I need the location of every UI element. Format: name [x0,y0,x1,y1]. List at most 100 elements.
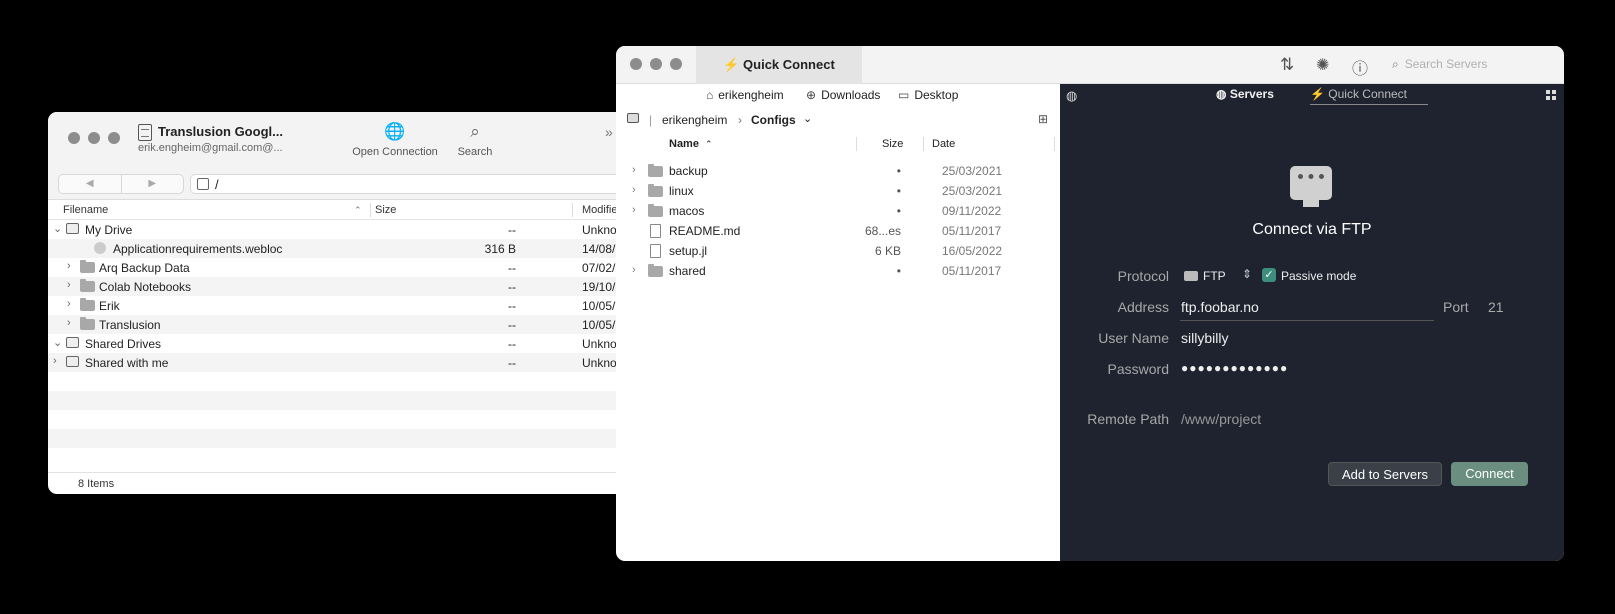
chevron-right-icon[interactable]: › [632,264,636,276]
chevron-right-icon: › [738,113,742,127]
file-name: shared [669,264,706,278]
globe-icon[interactable]: ◍ [1066,88,1077,104]
chevron-down-icon[interactable]: ⌄ [803,112,812,125]
account-title[interactable]: Translusion Googl... [158,124,283,139]
activity-spinner-icon[interactable]: ✺ [1316,55,1329,75]
select-stepper-icon[interactable]: ⇕ [1242,267,1252,281]
file-size: -- [508,337,516,351]
favorites-bar: ⌂ erikengheim ⊕ Downloads ▭ Desktop [616,84,1060,108]
open-connection-label: Open Connection [352,146,438,158]
chevron-right-icon[interactable]: › [632,204,636,216]
minimize-window-button[interactable] [88,132,100,144]
name-column-header[interactable]: Name [669,138,699,150]
protocol-select[interactable]: FTP [1203,269,1226,283]
document-icon [650,244,661,258]
folder-icon [80,298,95,311]
username-field[interactable]: sillybilly [1181,330,1228,346]
file-icon [94,242,106,254]
file-date: 09/11/2022 [942,204,1002,218]
file-size: -- [508,223,516,237]
chevron-right-icon[interactable]: › [67,298,71,310]
close-window-button[interactable] [630,58,642,70]
file-name: My Drive [85,223,133,237]
add-to-servers-button[interactable]: Add to Servers [1328,462,1442,486]
tab-quick-connect-panel[interactable]: ⚡ Quick Connect [1310,87,1428,105]
forward-button[interactable]: ▶ [122,175,184,193]
empty-row [48,448,628,467]
remote-path-field[interactable]: /www/project [1181,411,1261,427]
passive-mode-checkbox[interactable]: ✓ [1262,268,1276,282]
table-row[interactable]: ›Arq Backup Data--07/02/2015, 22 [48,258,628,277]
file-name: Colab Notebooks [99,280,192,294]
list-item[interactable]: › linux • 25/03/2021 [616,181,1060,201]
file-date: 05/11/2017 [942,264,1002,278]
sort-ascending-icon: ⌃ [354,205,362,215]
search-servers-field[interactable]: ⌕ Search Servers [1392,57,1487,72]
list-item[interactable]: › macos • 09/11/2022 [616,201,1060,221]
chevron-right-icon[interactable]: › [67,260,71,272]
list-item[interactable]: › shared • 05/11/2017 [616,261,1060,281]
desktop-icon: ▭ [898,88,910,102]
minimize-window-button[interactable] [650,58,662,70]
address-label: Address [1117,299,1169,315]
password-field[interactable]: ●●●●●●●●●●●●● [1181,361,1288,375]
favorite-downloads[interactable]: ⊕ Downloads [806,88,880,102]
search-button[interactable]: ⌕ Search [450,123,500,158]
chevron-down-icon[interactable]: ⌄ [53,222,62,235]
file-date: 25/03/2021 [942,164,1003,178]
grid-view-icon[interactable]: ⊞ [1038,112,1048,126]
transfers-icon[interactable]: ⇅ [1280,55,1294,75]
zoom-window-button[interactable] [670,58,682,70]
folder-icon [80,279,95,292]
remote-path-label: Remote Path [1087,411,1169,427]
grid-view-icon[interactable] [1546,90,1556,100]
open-connection-button[interactable]: 🌐 Open Connection [348,123,442,158]
quick-connect-window: ⚡ Quick Connect ⇅ ✺ ⓘ ⌕ Search Servers ⌂ e… [616,46,1564,561]
table-row[interactable]: ⌄ Shared Drives -- Unknown [48,334,628,353]
tab-servers[interactable]: ◍ Servers [1216,87,1274,101]
table-row[interactable]: ⌄ My Drive -- Unknown [48,220,628,239]
google-drive-icon [138,124,152,141]
table-row[interactable]: ›Erik--10/05/2022, 16 [48,296,628,315]
close-window-button[interactable] [68,132,80,144]
list-item[interactable]: setup.jl 6 KB 16/05/2022 [616,241,1060,261]
chevron-right-icon[interactable]: › [632,184,636,196]
zoom-window-button[interactable] [108,132,120,144]
file-size: 316 B [484,242,516,256]
port-field[interactable]: 21 [1488,299,1504,315]
address-field[interactable]: ftp.foobar.no [1181,299,1259,315]
size-column-header[interactable]: Size [882,138,903,150]
table-row[interactable]: ›Translusion--10/05/2022, 16 [48,315,628,334]
file-name: Shared with me [85,356,169,370]
size-column-header[interactable]: Size [375,204,396,216]
chevron-down-icon[interactable]: ⌄ [53,336,62,349]
connect-button[interactable]: Connect [1451,462,1528,486]
breadcrumb-user[interactable]: erikengheim [662,113,727,127]
search-label: Search [457,146,493,158]
chevron-right-icon[interactable]: › [67,317,71,329]
back-button[interactable]: ◀ [59,175,122,193]
table-row[interactable]: › Shared with me -- Unknown [48,353,628,372]
chevron-right-icon[interactable]: › [632,164,636,176]
info-icon[interactable]: ⓘ [1352,55,1368,79]
lightning-icon: ⚡ [1310,87,1325,101]
chevron-right-icon[interactable]: › [53,355,57,367]
empty-row [48,429,628,448]
table-row[interactable]: ›Colab Notebooks--19/10/2020, 12 [48,277,628,296]
toolbar-overflow-icon[interactable]: » [605,124,613,140]
filename-column-header[interactable]: Filename [63,204,108,216]
tab-quick-connect[interactable]: ⚡ Quick Connect [696,46,862,84]
chevron-right-icon[interactable]: › [67,279,71,291]
list-item[interactable]: › backup • 25/03/2021 [616,161,1060,181]
table-row[interactable]: Applicationrequirements.webloc 316 B 14/08… [48,239,628,258]
date-column-header[interactable]: Date [932,138,955,150]
ftp-protocol-icon [1184,271,1198,281]
list-item[interactable]: README.md 68...es 05/11/2017 [616,221,1060,241]
breadcrumb: | erikengheim › Configs ⌄ ⊞ [616,108,1060,132]
drive-icon [66,337,79,348]
path-field[interactable]: / [190,174,628,194]
disk-icon [627,113,639,123]
favorite-desktop[interactable]: ▭ Desktop [898,88,958,102]
breadcrumb-current[interactable]: Configs [751,113,796,127]
favorite-home[interactable]: ⌂ erikengheim [706,88,784,102]
